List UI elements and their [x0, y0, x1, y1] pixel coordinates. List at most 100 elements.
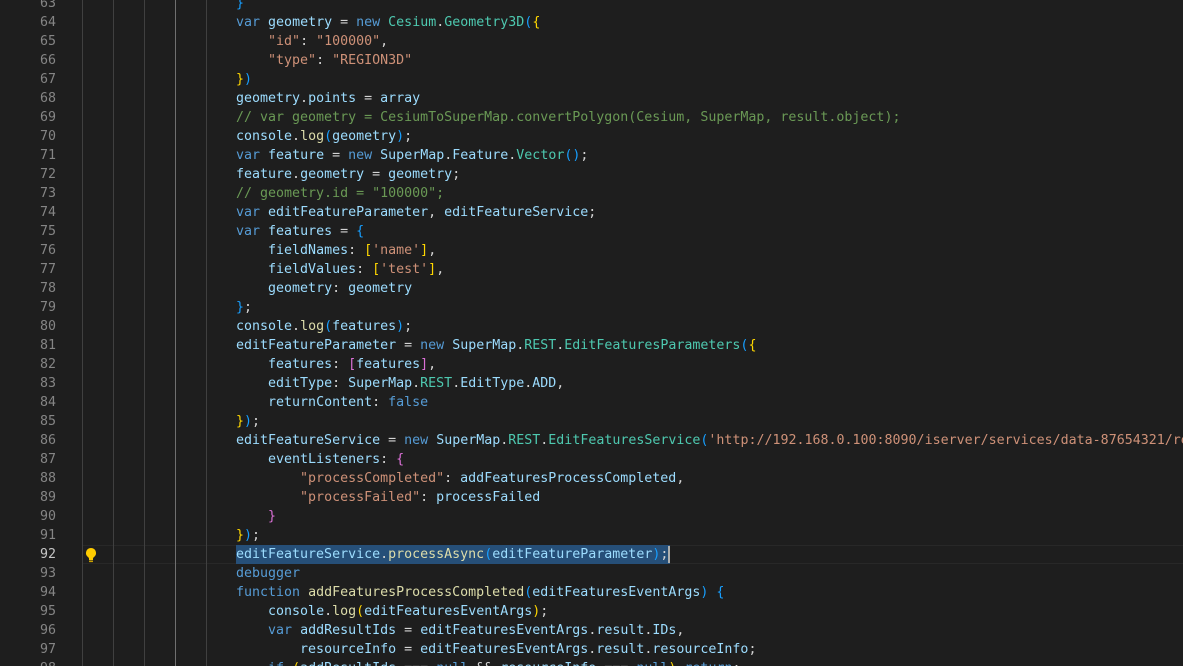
- code-text[interactable]: var feature = new SuperMap.Feature.Vecto…: [236, 146, 588, 165]
- code-text[interactable]: returnContent: false: [236, 393, 428, 412]
- code-text[interactable]: editFeatureParameter = new SuperMap.REST…: [236, 336, 756, 355]
- code-text[interactable]: // geometry.id = "100000";: [236, 184, 444, 203]
- code-line[interactable]: editFeatureParameter = new SuperMap.REST…: [82, 336, 1183, 355]
- code-text[interactable]: editType: SuperMap.REST.EditType.ADD,: [236, 374, 564, 393]
- code-line[interactable]: });: [82, 526, 1183, 545]
- code-text[interactable]: feature.geometry = geometry;: [236, 165, 460, 184]
- code-line[interactable]: "type": "REGION3D": [82, 51, 1183, 70]
- code-line[interactable]: "processCompleted": addFeaturesProcessCo…: [82, 469, 1183, 488]
- line-number-row: 94: [0, 583, 82, 602]
- code-token: ,: [676, 471, 685, 486]
- line-number-gutter[interactable]: 63 64 65 66 67 68 69 70 71 72 73 74 75 76 77 78 79 80 81 82…: [0, 0, 82, 666]
- code-line[interactable]: var features = {: [82, 222, 1183, 241]
- code-text[interactable]: features: [features],: [236, 355, 436, 374]
- code-line[interactable]: });: [82, 412, 1183, 431]
- code-text[interactable]: "processFailed": processFailed: [236, 488, 540, 507]
- code-line[interactable]: var addResultIds = editFeaturesEventArgs…: [82, 621, 1183, 640]
- code-line[interactable]: }: [82, 0, 1183, 13]
- code-line[interactable]: geometry: geometry: [82, 279, 1183, 298]
- code-line[interactable]: };: [82, 298, 1183, 317]
- code-token: processAsync: [388, 547, 485, 562]
- code-line[interactable]: var geometry = new Cesium.Geometry3D({: [82, 13, 1183, 32]
- code-token: =: [332, 224, 357, 239]
- line-number-row: 80: [0, 317, 82, 336]
- code-area[interactable]: } var geometry = new Cesium.Geometry3D({ …: [82, 0, 1183, 666]
- selected-code-text[interactable]: editFeatureService.processAsync(editFeat…: [236, 545, 671, 564]
- code-text[interactable]: });: [236, 526, 260, 545]
- code-line[interactable]: resourceInfo = editFeaturesEventArgs.res…: [82, 640, 1183, 659]
- code-line[interactable]: console.log(editFeaturesEventArgs);: [82, 602, 1183, 621]
- code-text[interactable]: geometry.points = array: [236, 89, 420, 108]
- code-line[interactable]: editType: SuperMap.REST.EditType.ADD,: [82, 374, 1183, 393]
- code-line[interactable]: features: [features],: [82, 355, 1183, 374]
- code-token: editFeatureParameter: [492, 547, 653, 562]
- code-line[interactable]: if (addResultIds === null && resourceInf…: [82, 659, 1183, 666]
- code-text[interactable]: var features = {: [236, 222, 364, 241]
- code-text[interactable]: };: [236, 298, 252, 317]
- code-line[interactable]: // geometry.id = "100000";: [82, 184, 1183, 203]
- code-token: var: [236, 224, 261, 239]
- code-text[interactable]: editFeatureService = new SuperMap.REST.E…: [236, 431, 1183, 450]
- code-line[interactable]: debugger: [82, 564, 1183, 583]
- code-text[interactable]: fieldValues: ['test'],: [236, 260, 444, 279]
- code-text[interactable]: fieldNames: ['name'],: [236, 241, 436, 260]
- code-text[interactable]: eventListeners: {: [236, 450, 404, 469]
- code-line[interactable]: "processFailed": processFailed: [82, 488, 1183, 507]
- code-text[interactable]: var editFeatureParameter, editFeatureSer…: [236, 203, 596, 222]
- code-text[interactable]: geometry: geometry: [236, 279, 412, 298]
- code-text[interactable]: debugger: [236, 564, 300, 583]
- code-line[interactable]: eventListeners: {: [82, 450, 1183, 469]
- code-line[interactable]: geometry.points = array: [82, 89, 1183, 108]
- code-line[interactable]: // var geometry = CesiumToSuperMap.conve…: [82, 108, 1183, 127]
- code-text[interactable]: console.log(editFeaturesEventArgs);: [236, 602, 548, 621]
- code-text[interactable]: }: [236, 0, 244, 13]
- code-text[interactable]: console.log(features);: [236, 317, 412, 336]
- code-line[interactable]: fieldNames: ['name'],: [82, 241, 1183, 260]
- code-text[interactable]: if (addResultIds === null && resourceInf…: [236, 659, 740, 666]
- line-number-row: 74: [0, 203, 82, 222]
- code-text[interactable]: console.log(geometry);: [236, 127, 412, 146]
- code-text[interactable]: "type": "REGION3D": [236, 51, 412, 70]
- code-line[interactable]: var feature = new SuperMap.Feature.Vecto…: [82, 146, 1183, 165]
- code-token: feature: [236, 167, 293, 182]
- code-text[interactable]: var geometry = new Cesium.Geometry3D({: [236, 13, 540, 32]
- code-line[interactable]: feature.geometry = geometry;: [82, 165, 1183, 184]
- code-line[interactable]: returnContent: false: [82, 393, 1183, 412]
- code-line[interactable]: }): [82, 70, 1183, 89]
- code-token: [: [364, 243, 373, 258]
- code-text[interactable]: }): [236, 70, 252, 89]
- code-editor[interactable]: 63 64 65 66 67 68 69 70 71 72 73 74 75 76 77 78 79 80 81 82…: [0, 0, 1183, 666]
- line-number-row: 75: [0, 222, 82, 241]
- code-text[interactable]: }: [236, 507, 276, 526]
- code-token: (: [356, 604, 365, 619]
- code-line[interactable]: editFeatureService = new SuperMap.REST.E…: [82, 431, 1183, 450]
- code-token: debugger: [236, 566, 301, 581]
- code-line[interactable]: "id": "100000",: [82, 32, 1183, 51]
- code-text[interactable]: function addFeaturesProcessCompleted(edi…: [236, 583, 724, 602]
- code-token: returnContent: [268, 395, 373, 410]
- line-number: 91: [39, 528, 56, 543]
- code-line[interactable]: }: [82, 507, 1183, 526]
- line-number: 93: [39, 566, 56, 581]
- code-line[interactable]: editFeatureService.processAsync(editFeat…: [82, 545, 1183, 564]
- code-line[interactable]: function addFeaturesProcessCompleted(edi…: [82, 583, 1183, 602]
- code-line[interactable]: console.log(features);: [82, 317, 1183, 336]
- code-text[interactable]: var addResultIds = editFeaturesEventArgs…: [236, 621, 684, 640]
- code-line[interactable]: console.log(geometry);: [82, 127, 1183, 146]
- code-line[interactable]: fieldValues: ['test'],: [82, 260, 1183, 279]
- code-token: editFeaturesEventArgs: [420, 623, 589, 638]
- code-text[interactable]: });: [236, 412, 260, 431]
- code-token: {: [396, 452, 405, 467]
- code-line[interactable]: var editFeatureParameter, editFeatureSer…: [82, 203, 1183, 222]
- code-text[interactable]: "id": "100000",: [236, 32, 388, 51]
- line-number: 89: [39, 490, 56, 505]
- code-text[interactable]: // var geometry = CesiumToSuperMap.conve…: [236, 108, 900, 127]
- code-text[interactable]: resourceInfo = editFeaturesEventArgs.res…: [236, 640, 756, 659]
- code-token: SuperMap: [348, 376, 413, 391]
- lightbulb-icon[interactable]: [84, 547, 98, 563]
- code-text[interactable]: "processCompleted": addFeaturesProcessCo…: [236, 469, 684, 488]
